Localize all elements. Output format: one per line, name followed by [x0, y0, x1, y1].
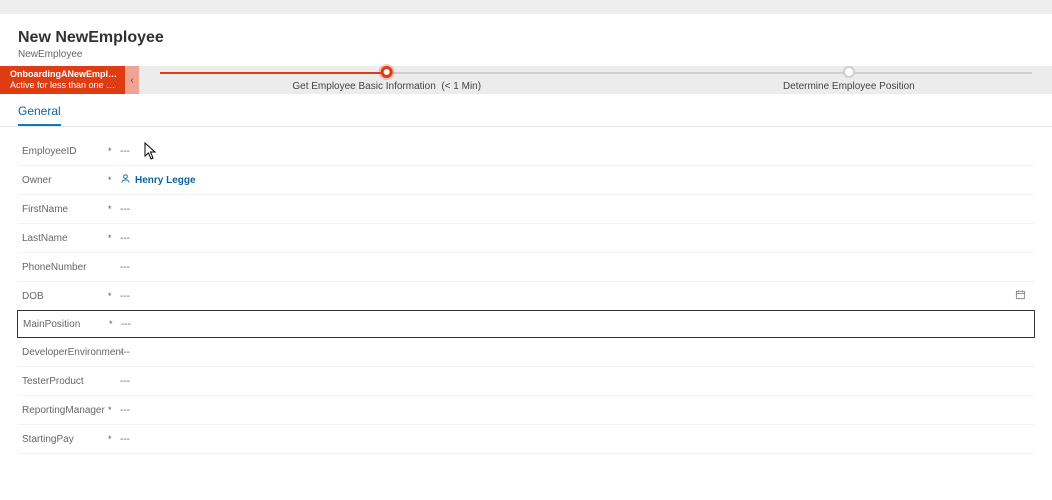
- form-tabs: General: [0, 94, 1052, 127]
- stage-duration: (< 1 Min): [441, 81, 481, 92]
- field-value[interactable]: ---: [116, 347, 1034, 358]
- stage-node-determine-position[interactable]: Determine Employee Position: [783, 66, 915, 92]
- process-name: OnboardingANewEmplo...: [10, 69, 120, 80]
- process-stage-track: Get Employee Basic Information (< 1 Min)…: [160, 66, 1032, 94]
- field-main-position[interactable]: MainPosition * ---: [17, 310, 1035, 338]
- field-value[interactable]: ---: [116, 146, 1034, 157]
- field-value[interactable]: Henry Legge: [116, 173, 1034, 187]
- chevron-left-icon: ‹: [130, 75, 133, 86]
- field-starting-pay[interactable]: StartingPay * ---: [18, 425, 1034, 454]
- process-collapse-button[interactable]: ‹: [125, 66, 139, 94]
- field-label: MainPosition: [19, 319, 109, 330]
- field-value[interactable]: ---: [116, 291, 1015, 302]
- field-dob[interactable]: DOB * ---: [18, 282, 1034, 311]
- process-duration: Active for less than one mi...: [10, 80, 120, 91]
- tab-general[interactable]: General: [18, 104, 61, 126]
- required-mark: *: [108, 146, 116, 156]
- field-value[interactable]: ---: [116, 204, 1034, 215]
- field-label: LastName: [18, 233, 108, 244]
- page-title: New NewEmployee: [18, 28, 1034, 47]
- field-label: PhoneNumber: [18, 262, 108, 273]
- process-flyout[interactable]: OnboardingANewEmplo... Active for less t…: [0, 66, 128, 94]
- stage-node-get-basic-info[interactable]: Get Employee Basic Information (< 1 Min): [292, 66, 481, 92]
- person-icon: [120, 173, 131, 187]
- page-header: New NewEmployee NewEmployee: [0, 28, 1052, 66]
- field-value[interactable]: ---: [116, 376, 1034, 387]
- required-mark: *: [108, 233, 116, 243]
- field-label: TesterProduct: [18, 376, 108, 387]
- field-label: ReportingManager: [18, 405, 108, 416]
- field-first-name[interactable]: FirstName * ---: [18, 195, 1034, 224]
- entity-name: NewEmployee: [18, 49, 1034, 60]
- required-mark: *: [108, 434, 116, 444]
- field-value[interactable]: ---: [116, 233, 1034, 244]
- stage-label: Get Employee Basic Information: [292, 81, 435, 92]
- field-owner[interactable]: Owner * Henry Legge: [18, 166, 1034, 195]
- stage-dot-active-icon: [381, 66, 393, 78]
- field-label: FirstName: [18, 204, 108, 215]
- business-process-flow: OnboardingANewEmplo... Active for less t…: [0, 66, 1052, 94]
- owner-link[interactable]: Henry Legge: [135, 175, 196, 186]
- field-tester-product[interactable]: TesterProduct ---: [18, 367, 1034, 396]
- field-value[interactable]: ---: [116, 434, 1034, 445]
- form-body: EmployeeID * --- Owner * Henry Legge Fir…: [0, 127, 1052, 458]
- field-label: Owner: [18, 175, 108, 186]
- field-value[interactable]: ---: [116, 262, 1034, 273]
- required-mark: *: [108, 175, 116, 185]
- field-label: DeveloperEnvironment: [18, 347, 108, 358]
- field-reporting-manager[interactable]: ReportingManager * ---: [18, 396, 1034, 425]
- field-label: EmployeeID: [18, 146, 108, 157]
- field-label: DOB: [18, 291, 108, 302]
- form-page: New NewEmployee NewEmployee OnboardingAN…: [0, 14, 1052, 500]
- required-mark: *: [108, 204, 116, 214]
- field-value[interactable]: ---: [117, 319, 1034, 330]
- app-chrome-strip: [0, 0, 1052, 8]
- calendar-icon[interactable]: [1015, 289, 1034, 303]
- required-mark: *: [108, 405, 116, 415]
- required-mark: *: [108, 291, 116, 301]
- field-last-name[interactable]: LastName * ---: [18, 224, 1034, 253]
- field-employee-id[interactable]: EmployeeID * ---: [18, 137, 1034, 166]
- stage-dot-icon: [843, 66, 855, 78]
- stage-label: Determine Employee Position: [783, 81, 915, 92]
- required-mark: *: [109, 319, 117, 329]
- field-developer-environment[interactable]: DeveloperEnvironment ---: [18, 338, 1034, 367]
- field-phone-number[interactable]: PhoneNumber ---: [18, 253, 1034, 282]
- field-value[interactable]: ---: [116, 405, 1034, 416]
- field-label: StartingPay: [18, 434, 108, 445]
